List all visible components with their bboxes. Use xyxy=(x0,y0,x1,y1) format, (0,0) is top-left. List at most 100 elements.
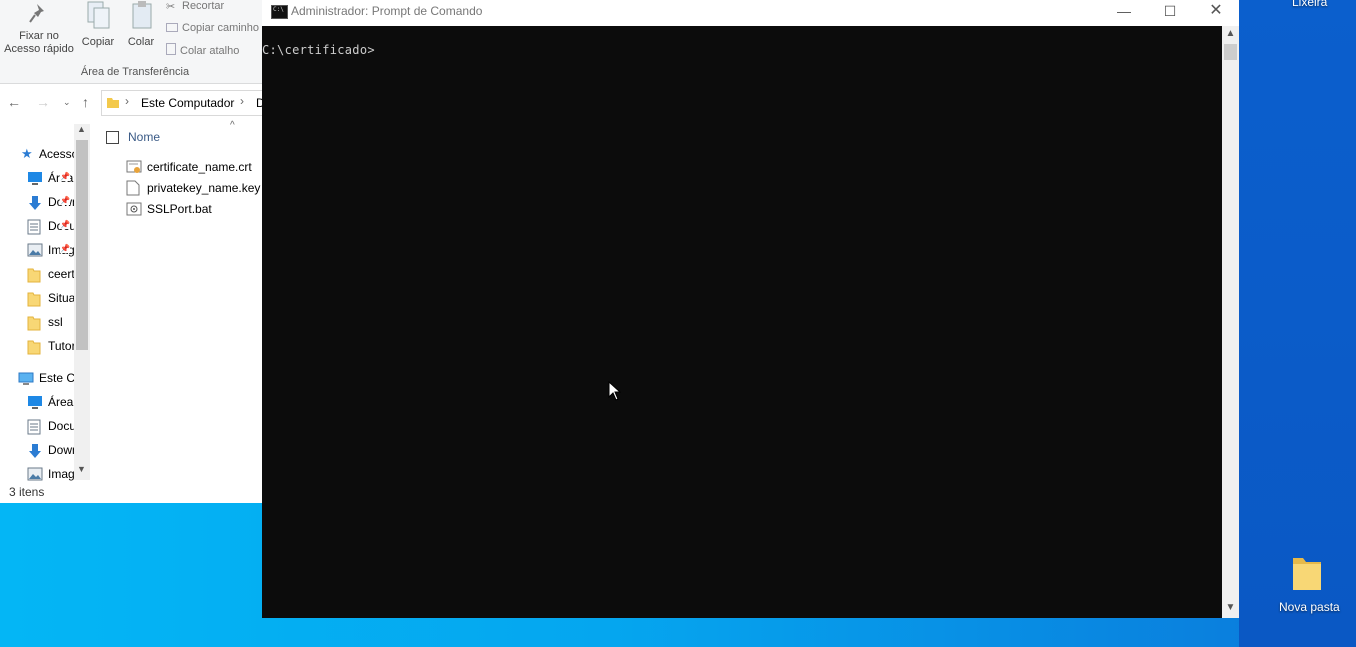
sidebar-item-label: ceertificado xyxy=(48,267,74,281)
sidebar-item[interactable]: ceertificado xyxy=(0,264,74,286)
cmd-window-title: Administrador: Prompt de Comando xyxy=(291,4,483,18)
address-input[interactable]: › Este Computador › D xyxy=(101,90,262,116)
mouse-cursor-icon xyxy=(608,381,622,401)
recycle-bin-label[interactable]: Lixeira xyxy=(1292,0,1327,9)
sidebar-item[interactable]: Imagens📌 xyxy=(0,240,74,262)
certificate-file-icon xyxy=(126,159,142,178)
sidebar-item[interactable]: Área de Trabalho xyxy=(0,392,74,414)
download-icon xyxy=(27,443,43,462)
desktop-icon xyxy=(27,395,43,412)
sidebar-item[interactable]: ssl xyxy=(0,312,74,334)
computer-icon xyxy=(18,372,34,389)
desktop-icon xyxy=(27,171,43,188)
ribbon: Fixar no Acesso rápido Copiar Colar ✂ Rec… xyxy=(0,0,262,84)
shortcut-icon xyxy=(166,43,176,55)
pin-icon: 📌 xyxy=(60,196,70,205)
folder-small-icon xyxy=(106,95,120,112)
pictures-icon xyxy=(27,243,43,260)
cmd-title-bar[interactable]: Administrador: Prompt de Comando — ☐ ✕ xyxy=(262,0,1239,26)
sidebar-item-label: Imagens xyxy=(48,467,74,481)
cut-button[interactable]: ✂ Recortar xyxy=(166,0,225,13)
paste-shortcut-label: Colar atalho xyxy=(180,45,240,57)
back-arrow-icon[interactable]: ← xyxy=(7,94,21,110)
nav-this-pc[interactable]: Este Computador xyxy=(0,368,74,390)
copy-icon xyxy=(87,1,110,29)
cmd-app-icon xyxy=(271,5,288,19)
copy-button[interactable]: Copiar xyxy=(79,0,117,49)
batch-file-icon xyxy=(126,201,142,220)
cut-label: Recortar xyxy=(182,0,225,12)
download-icon xyxy=(27,195,43,214)
scroll-up-icon[interactable]: ▲ xyxy=(77,124,86,134)
recent-locations-chevron-icon[interactable]: ⌄ xyxy=(63,97,71,108)
new-folder-label[interactable]: Nova pasta xyxy=(1279,600,1340,614)
pin-label-2: Acesso rápido xyxy=(4,43,74,55)
sidebar-item-label: ssl xyxy=(48,315,63,329)
maximize-button[interactable]: ☐ xyxy=(1147,0,1193,24)
console-prompt-line: C:\certificado> xyxy=(262,43,375,57)
pin-quick-access-button[interactable]: Fixar no Acesso rápido xyxy=(2,2,76,56)
sidebar-item-label: Downloads xyxy=(48,443,74,457)
sidebar-item[interactable]: Imagens xyxy=(0,464,74,486)
sidebar-item-label: Tutorial xyxy=(48,339,74,353)
sidebar-item-label: Documentos xyxy=(48,419,74,433)
minimize-button[interactable]: — xyxy=(1101,0,1147,24)
forward-arrow-icon[interactable]: → xyxy=(36,94,50,110)
folder-icon xyxy=(27,267,41,286)
status-bar-item-count: 3 itens xyxy=(9,485,45,499)
sidebar-item[interactable]: Documentos📌 xyxy=(0,216,74,238)
cmd-scroll-thumb[interactable] xyxy=(1224,44,1237,60)
sidebar-item-label: Situação xyxy=(48,291,74,305)
copy-label: Copiar xyxy=(81,36,115,48)
pin-icon xyxy=(29,4,44,23)
clipboard-group-label: Área de Transferência xyxy=(80,66,190,78)
sidebar-item[interactable]: Área de Trabalho📌 xyxy=(0,168,74,190)
up-arrow-icon[interactable]: ↑ xyxy=(82,94,89,110)
file-list: Nome ^ certificate_name.crt privatekey_na… xyxy=(100,120,262,480)
breadcrumb-this-pc[interactable]: Este Computador xyxy=(141,96,234,110)
sidebar-item[interactable]: Situação xyxy=(0,288,74,310)
scissors-icon: ✂ xyxy=(166,1,176,13)
pin-icon: 📌 xyxy=(60,220,70,229)
console-area[interactable]: C:\certificado> xyxy=(262,26,1222,618)
close-button[interactable]: ✕ xyxy=(1193,0,1239,24)
file-name: SSLPort.bat xyxy=(147,202,212,216)
select-all-checkbox[interactable] xyxy=(106,131,119,144)
paste-button[interactable]: Colar xyxy=(122,0,160,49)
desktop-background-right xyxy=(1239,0,1356,647)
copy-path-label: Copiar caminho xyxy=(182,22,260,34)
paste-label: Colar xyxy=(127,36,155,48)
scroll-down-icon[interactable]: ▼ xyxy=(77,464,86,474)
nav-quick-access[interactable]: ★ Acesso rápido xyxy=(0,144,74,166)
folder-icon xyxy=(27,339,41,358)
sidebar-item[interactable]: Documentos xyxy=(0,416,74,438)
paste-shortcut-button[interactable]: Colar atalho xyxy=(166,43,239,57)
sidebar-item-label: Área de Trabalho xyxy=(48,395,74,409)
pin-icon: 📌 xyxy=(60,172,70,181)
cmd-scroll-up-icon[interactable]: ▲ xyxy=(1222,28,1239,39)
nav-pane-scroll-thumb[interactable] xyxy=(76,140,88,350)
documents-icon xyxy=(27,419,41,438)
command-prompt-window: Administrador: Prompt de Comando — ☐ ✕ C… xyxy=(262,0,1239,618)
sidebar-item[interactable]: Downloads📌 xyxy=(0,192,74,214)
file-name: certificate_name.crt xyxy=(147,160,252,174)
column-header-name[interactable]: Nome xyxy=(128,130,160,144)
path-icon xyxy=(166,23,178,32)
cmd-scroll-down-icon[interactable]: ▼ xyxy=(1222,602,1239,613)
pictures-icon xyxy=(27,467,43,484)
blank-file-icon xyxy=(126,180,140,199)
cmd-scrollbar[interactable]: ▲ ▼ xyxy=(1222,26,1239,618)
sidebar-item[interactable]: Tutorial xyxy=(0,336,74,358)
breadcrumb-separator-icon-2: › xyxy=(240,94,244,108)
nav-quick-access-label: Acesso rápido xyxy=(39,147,74,161)
sidebar-item[interactable]: Downloads xyxy=(0,440,74,462)
folder-icon xyxy=(27,291,41,310)
nav-this-pc-label: Este Computador xyxy=(39,371,74,385)
copy-path-button[interactable]: Copiar caminho xyxy=(166,22,259,34)
clipboard-icon xyxy=(132,1,152,29)
pin-label-1: Fixar no xyxy=(19,30,59,42)
pin-icon: 📌 xyxy=(60,244,70,253)
star-icon: ★ xyxy=(21,146,33,161)
sort-chevron-up-icon: ^ xyxy=(230,120,235,131)
new-folder-icon[interactable] xyxy=(1291,552,1323,595)
